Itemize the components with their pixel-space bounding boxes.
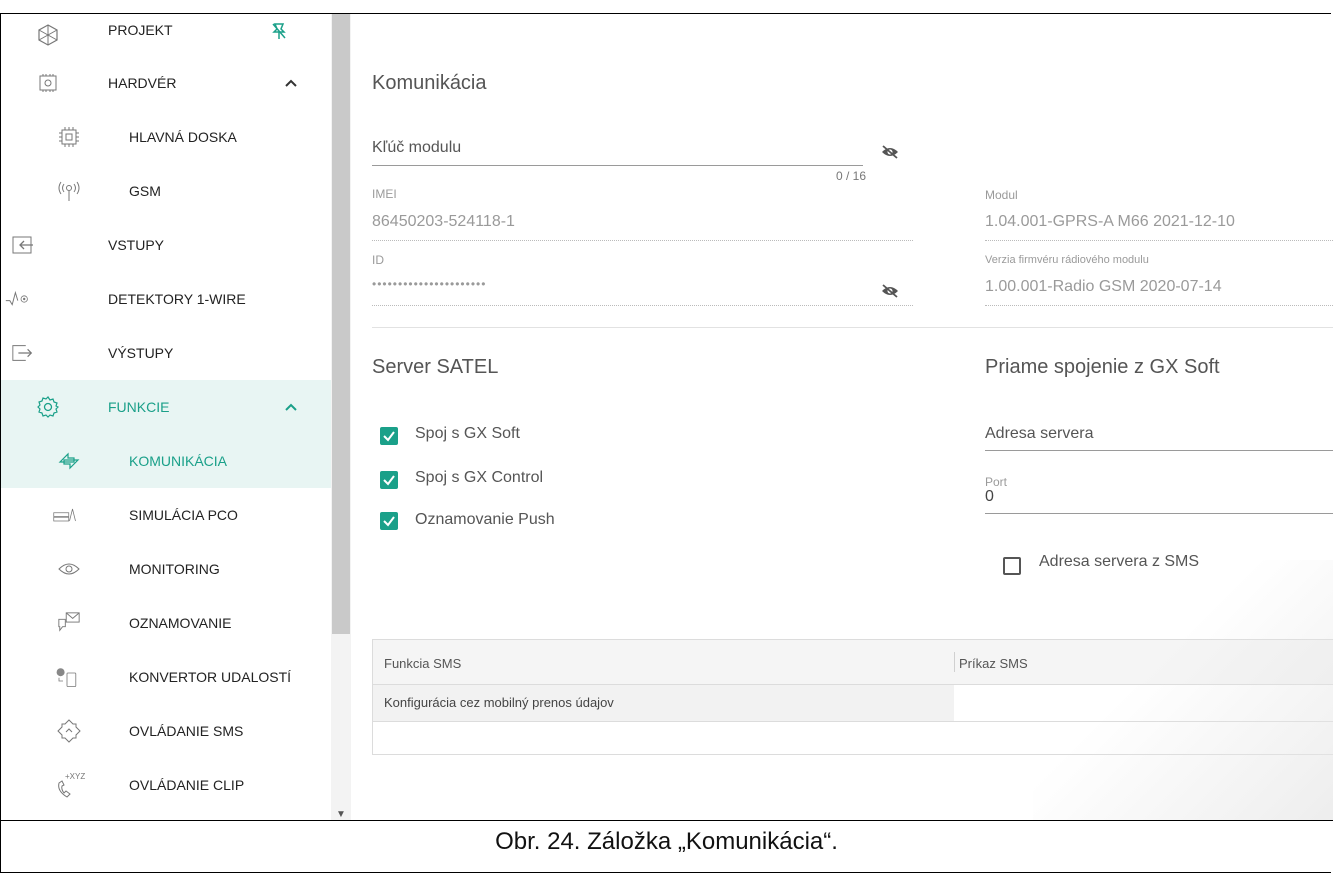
- sidebar-item-funkcie[interactable]: FUNKCIE: [1, 380, 331, 434]
- imei-label: IMEI: [372, 187, 397, 201]
- sms-control-icon: [57, 719, 81, 743]
- input-icon: [11, 233, 35, 257]
- port-input[interactable]: [985, 513, 1333, 514]
- sidebar-item-label: VÝSTUPY: [108, 345, 174, 361]
- page-title: Komunikácia: [372, 72, 487, 94]
- spoj-gx-soft-checkbox[interactable]: [380, 427, 398, 445]
- id-underline: [372, 305, 913, 306]
- port-label: Port: [985, 475, 1008, 489]
- sidebar-item-label: PROJEKT: [108, 22, 173, 38]
- server-address-placeholder: Adresa servera: [985, 425, 1094, 442]
- converter-icon: [55, 665, 79, 689]
- oznamovanie-push-checkbox[interactable]: [380, 512, 398, 530]
- spoj-gx-control-label: Spoj s GX Control: [415, 469, 544, 486]
- app-screen: PROJEKT HARDVÉR HLAVNÁ DOSKA GSM VSTUPY …: [1, 14, 1333, 821]
- sidebar-item-konvertor[interactable]: KONVERTOR UDALOSTÍ: [1, 650, 331, 704]
- scrollbar-thumb[interactable]: [332, 14, 350, 634]
- modul-label: Modul: [985, 188, 1018, 202]
- figure-caption: Obr. 24. Záložka „Komunikácia“.: [495, 828, 838, 855]
- sidebar-item-label: SIMULÁCIA PCO: [129, 507, 238, 523]
- imei-underline: [372, 240, 913, 241]
- sidebar-item-label: VSTUPY: [108, 237, 165, 253]
- visibility-off-icon[interactable]: [881, 284, 899, 298]
- column-divider: [954, 652, 955, 672]
- sidebar-item-detektory[interactable]: DETEKTORY 1-WIRE: [1, 272, 331, 326]
- sidebar-item-label: HLAVNÁ DOSKA: [129, 129, 237, 145]
- project-icon: [36, 23, 60, 47]
- chevron-up-icon[interactable]: [284, 399, 298, 415]
- radio-firmware-underline: [985, 305, 1333, 306]
- table-cell-text: Konfigurácia cez mobilný prenos údajov: [384, 695, 614, 710]
- table-header-cell[interactable]: Funkcia SMS: [384, 656, 461, 671]
- imei-value: 86450203-524118-1: [372, 213, 515, 230]
- sidebar-item-vstupy[interactable]: VSTUPY: [1, 218, 331, 272]
- server-address-input[interactable]: [985, 450, 1333, 451]
- section-divider: [372, 327, 1333, 328]
- sidebar-item-projekt[interactable]: PROJEKT: [1, 14, 331, 56]
- id-value: ••••••••••••••••••••••: [372, 277, 487, 291]
- pin-icon[interactable]: [271, 22, 287, 45]
- pco-icon: [53, 503, 77, 527]
- eye-icon: [57, 557, 81, 581]
- sidebar-item-label: DETEKTORY 1-WIRE: [108, 291, 246, 307]
- visibility-off-icon[interactable]: [881, 145, 899, 159]
- clip-control-icon: +XYZ: [55, 772, 85, 798]
- sidebar-item-hardver[interactable]: HARDVÉR: [1, 56, 331, 110]
- spoj-gx-soft-label: Spoj s GX Soft: [415, 425, 520, 442]
- one-wire-icon: [5, 287, 29, 311]
- server-satel-title: Server SATEL: [372, 356, 499, 378]
- sidebar-item-komunikacia[interactable]: KOMUNIKÁCIA: [1, 434, 331, 488]
- port-value: 0: [985, 488, 994, 505]
- gsm-antenna-icon: [57, 179, 81, 203]
- sidebar-item-label: GSM: [129, 183, 161, 199]
- output-icon: [11, 341, 35, 365]
- sidebar-item-label: OZNAMOVANIE: [129, 615, 232, 631]
- direct-connection-title: Priame spojenie z GX Soft: [985, 356, 1220, 378]
- sidebar-item-vystupy[interactable]: VÝSTUPY: [1, 326, 331, 380]
- sidebar-item-label: MONITORING: [129, 561, 220, 577]
- sidebar-item-label: HARDVÉR: [108, 75, 177, 91]
- sidebar-item-monitoring[interactable]: MONITORING: [1, 542, 331, 596]
- table-header: Funkcia SMS Príkaz SMS: [373, 640, 1333, 685]
- module-key-input[interactable]: [372, 165, 863, 166]
- communication-icon: [57, 449, 81, 473]
- notification-icon: [57, 611, 81, 635]
- module-key-counter: 0 / 16: [836, 169, 867, 183]
- sidebar-item-oznamovanie[interactable]: OZNAMOVANIE: [1, 596, 331, 650]
- module-key-placeholder: Kľúč modulu: [372, 139, 462, 156]
- sidebar-item-ovladanie-sms[interactable]: OVLÁDANIE SMS: [1, 704, 331, 758]
- chevron-up-icon[interactable]: [284, 75, 298, 91]
- sidebar-item-label: FUNKCIE: [108, 399, 170, 415]
- spoj-gx-control-checkbox[interactable]: [380, 471, 398, 489]
- sidebar-item-label: KONVERTOR UDALOSTÍ: [129, 669, 292, 685]
- sidebar-item-hlavna-doska[interactable]: HLAVNÁ DOSKA: [1, 110, 331, 164]
- sidebar: PROJEKT HARDVÉR HLAVNÁ DOSKA GSM VSTUPY …: [1, 14, 331, 820]
- sidebar-scrollbar[interactable]: ▼: [331, 14, 351, 820]
- server-address-sms-checkbox[interactable]: [1003, 557, 1021, 575]
- id-label: ID: [372, 253, 384, 267]
- svg-text:+XYZ: +XYZ: [65, 772, 85, 781]
- mainboard-icon: [57, 125, 81, 149]
- main-panel: Komunikácia Kľúč modulu 0 / 16 IMEI 8645…: [351, 14, 1333, 820]
- modul-underline: [985, 240, 1333, 241]
- oznamovanie-push-label: Oznamovanie Push: [415, 511, 555, 528]
- sidebar-item-label: KOMUNIKÁCIA: [129, 453, 228, 469]
- sidebar-item-simulacia-pco[interactable]: SIMULÁCIA PCO: [1, 488, 331, 542]
- sms-function-table: Funkcia SMS Príkaz SMS Konfigurácia cez …: [372, 639, 1333, 755]
- gear-icon: [36, 395, 60, 419]
- scroll-down-arrow-icon[interactable]: ▼: [336, 809, 346, 820]
- radio-firmware-value: 1.00.001-Radio GSM 2020-07-14: [985, 278, 1222, 295]
- modul-value: 1.04.001-GPRS-A M66 2021-12-10: [985, 213, 1235, 230]
- table-row[interactable]: Konfigurácia cez mobilný prenos údajov: [373, 685, 1333, 722]
- table-header-cell[interactable]: Príkaz SMS: [959, 656, 1028, 671]
- hardware-icon: [36, 71, 60, 95]
- sidebar-item-label: OVLÁDANIE SMS: [129, 723, 244, 739]
- sidebar-item-ovladanie-clip[interactable]: +XYZ OVLÁDANIE CLIP: [1, 758, 331, 812]
- sidebar-item-label: OVLÁDANIE CLIP: [129, 777, 245, 793]
- radio-firmware-label: Verzia firmvéru rádiového modulu: [985, 254, 1149, 266]
- server-address-sms-label: Adresa servera z SMS: [1039, 553, 1200, 570]
- sidebar-item-gsm[interactable]: GSM: [1, 164, 331, 218]
